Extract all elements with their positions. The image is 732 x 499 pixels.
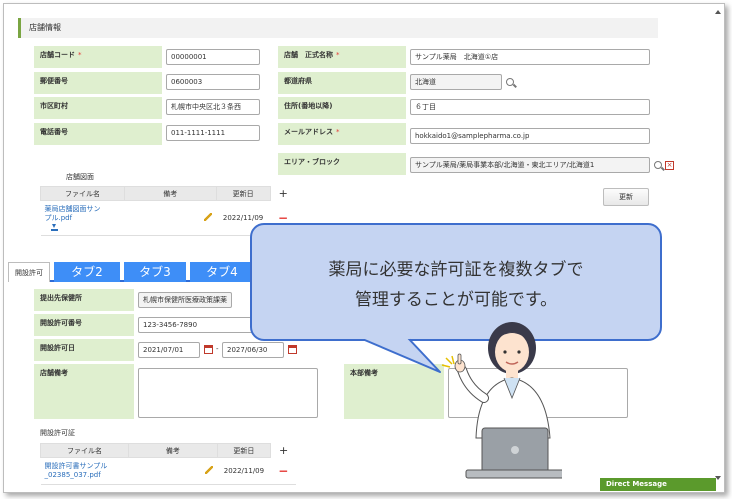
permit-cert-file-link[interactable]: 開設許可書サンプル_02385_037.pdf [45,462,125,480]
table-row: 開設許可書サンプル_02385_037.pdf 2022/11/09 − [40,457,296,485]
add-file-button[interactable]: + [270,186,296,201]
scroll-up-arrow-icon[interactable] [715,10,721,14]
email-input[interactable]: hokkaido1@samplepharma.co.jp [410,128,650,144]
tab-permit[interactable]: 開設許可 [8,262,50,282]
edit-pencil-icon[interactable] [205,466,214,474]
area-clear-icon[interactable]: × [665,161,674,170]
store-name-input[interactable]: サンプル薬局 北海道①店 [410,49,650,65]
store-note-textarea[interactable] [138,368,318,418]
area-input[interactable]: サンプル薬局/薬局事業本部/北海道・東北エリア/北海道1 [410,157,650,173]
permit-date-from-input[interactable]: 2021/07/01 [138,342,200,358]
balloon-line-1: 薬局に必要な許可証を複数タブで [328,260,584,280]
postal-code-input[interactable]: 0600003 [166,74,260,90]
balloon-message: 薬局に必要な許可証を複数タブで 管理することが可能です。 [250,255,662,315]
email-label: メールアドレス * [278,123,406,145]
permit-cert-title: 開設許可証 [40,429,75,437]
sparkle-icon [441,355,455,368]
tab-4[interactable]: タブ4 [190,262,254,282]
area-search-icon[interactable] [654,161,662,169]
file-name-header: ファイル名 [40,186,125,201]
balloon-line-2: 管理することが可能です。 [354,290,558,310]
edit-pencil-icon[interactable] [204,213,213,221]
permit-date-to-input[interactable]: 2027/06/30 [222,342,284,358]
file-date: 2022/11/09 [217,457,271,485]
update-button[interactable]: 更新 [603,188,649,206]
health-center-input[interactable]: 札幌市保健所医療政策課薬 [138,292,232,308]
store-code-input[interactable]: 00000001 [166,49,260,65]
floor-plan-file-link[interactable]: 薬局店舗図面サンプル.pdf [45,205,107,223]
date-to-calendar-icon[interactable] [288,345,297,354]
pharmacist-illustration [441,322,562,479]
section-title: 店舗情報 [18,18,658,38]
file-name-header: ファイル名 [40,443,129,458]
store-name-label: 店舗 正式名称 * [278,46,406,68]
permit-cert-table: ファイル名 備考 更新日 + 開設許可書サンプル_02385_037.pdf 2… [40,443,296,485]
area-label: エリア・ブロック [278,153,406,175]
date-separator: - [216,345,219,353]
direct-message-button[interactable]: Direct Message [600,478,716,491]
date-from-calendar-icon[interactable] [204,345,213,354]
download-icon[interactable] [50,224,58,231]
store-note-label: 店舗備考 [34,364,134,419]
hq-note-label: 本部備考 [344,364,444,419]
city-input[interactable]: 札幌市中央区北３条西 [166,99,260,115]
city-label: 市区町村 [34,97,162,119]
prefecture-label: 都道府県 [278,72,406,94]
address-input[interactable]: ６丁目 [410,99,650,115]
postal-code-label: 郵便番号 [34,72,162,94]
date-header: 更新日 [216,443,272,458]
address-label: 住所(番地以降) [278,97,406,119]
note-header: 備考 [123,186,217,201]
phone-input[interactable]: 011-1111-1111 [166,125,260,141]
prefecture-search-icon[interactable] [506,78,514,86]
note-header: 備考 [128,443,218,458]
phone-label: 電話番号 [34,123,162,145]
health-center-label: 提出先保健所 [34,289,134,311]
permit-date-label: 開設許可日 [34,339,134,361]
prefecture-input[interactable]: 北海道 [410,74,502,90]
remove-file-button[interactable]: − [270,457,296,485]
floor-plan-title: 店舗図面 [66,173,94,181]
store-code-label: 店舗コード * [34,46,162,68]
tab-3[interactable]: タブ3 [124,262,186,282]
add-file-button[interactable]: + [270,443,296,458]
tab-2[interactable]: タブ2 [54,262,120,282]
date-header: 更新日 [215,186,271,201]
permit-number-label: 開設許可番号 [34,314,134,336]
permit-number-input[interactable]: 123-3456-7890 [138,317,258,333]
